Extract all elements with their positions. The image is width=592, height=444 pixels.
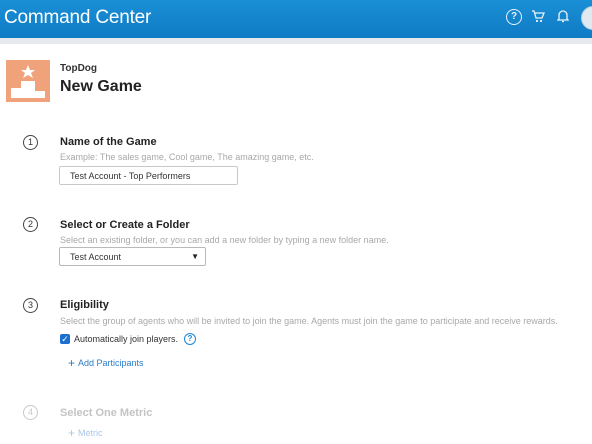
step-number-3: 3 bbox=[23, 298, 38, 313]
brand-logo bbox=[6, 60, 50, 102]
step-hint-name: Example: The sales game, Cool game, The … bbox=[60, 152, 314, 162]
folder-select-value: Test Account bbox=[70, 252, 122, 262]
brand-name: TopDog bbox=[60, 63, 98, 74]
bell-icon[interactable] bbox=[555, 9, 571, 25]
add-participants-link[interactable]: + Add Participants bbox=[68, 355, 144, 370]
step-number-2: 2 bbox=[23, 217, 38, 232]
step-hint-eligibility: Select the group of agents who will be i… bbox=[60, 316, 558, 326]
step-number-1: 1 bbox=[23, 135, 38, 150]
step-number-4: 4 bbox=[23, 405, 38, 420]
dropdown-arrow-icon: ▼ bbox=[191, 252, 199, 261]
top-bar: Command Center ? bbox=[0, 0, 592, 38]
plus-icon: + bbox=[68, 426, 76, 440]
step-title-name: Name of the Game bbox=[60, 136, 157, 148]
step-title-folder: Select or Create a Folder bbox=[60, 219, 190, 231]
avatar[interactable] bbox=[581, 6, 592, 30]
app-title: Command Center bbox=[4, 7, 152, 28]
folder-select[interactable]: Test Account ▼ bbox=[59, 247, 206, 266]
step-title-eligibility: Eligibility bbox=[60, 299, 109, 311]
add-participants-label: Add Participants bbox=[78, 358, 144, 368]
game-name-input[interactable]: Test Account - Top Performers bbox=[59, 166, 238, 185]
help-icon[interactable]: ? bbox=[506, 9, 522, 25]
step-title-metric: Select One Metric bbox=[60, 407, 153, 419]
plus-icon: + bbox=[68, 356, 76, 370]
add-metric-link[interactable]: + Metric bbox=[68, 425, 103, 440]
cart-icon[interactable] bbox=[530, 9, 546, 25]
help-icon[interactable]: ? bbox=[184, 333, 196, 345]
step-hint-folder: Select an existing folder, or you can ad… bbox=[60, 235, 389, 245]
sub-header-strip bbox=[0, 38, 592, 44]
page-title: New Game bbox=[60, 78, 142, 95]
auto-join-checkbox[interactable]: ✓ bbox=[60, 334, 70, 344]
add-metric-label: Metric bbox=[78, 428, 103, 438]
auto-join-label: Automatically join players. bbox=[74, 334, 179, 344]
